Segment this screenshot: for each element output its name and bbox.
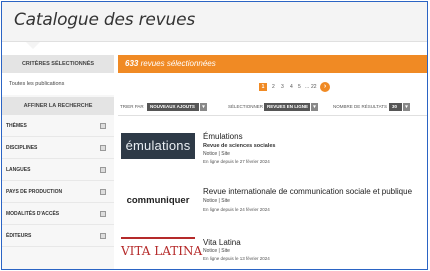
list-item-vita-latina: VITA LATINA Vita Latina Notice | Site En… <box>118 234 427 269</box>
chevron-down-icon[interactable]: ▾ <box>200 103 207 111</box>
refine-heading: AFFINER LA RECHERCHE <box>2 97 114 115</box>
revue-date: En ligne depuis le 27 février 2024 <box>203 159 270 164</box>
revue-logo[interactable]: VITA LATINA <box>121 237 202 263</box>
page-link[interactable]: 4 <box>290 82 293 92</box>
list-item-emulations: émulations Émulations Revue de sciences … <box>118 124 427 168</box>
results-toolbar: TRIER PAR NOUVEAUX AJOUTS ▾ SÉLECTIONNER… <box>118 102 427 116</box>
selection-select[interactable]: REVUES EN LIGNE ▾ <box>264 103 318 111</box>
page-link-last[interactable]: 22 <box>311 82 317 92</box>
sort-select[interactable]: NOUVEAUX AJOUTS ▾ <box>147 103 207 111</box>
expand-icon[interactable] <box>100 211 106 217</box>
chevron-right-icon[interactable]: › <box>320 82 330 92</box>
sort-label: TRIER PAR <box>120 104 144 109</box>
chevron-down-icon[interactable]: ▾ <box>311 103 318 111</box>
revue-subtitle: Revue de sciences sociales <box>203 143 276 149</box>
filter-langues[interactable]: LANGUES <box>2 159 114 181</box>
app-frame: Catalogue des revues CRITÈRES SÉLECTIONN… <box>1 1 428 270</box>
page-ellipsis: ... <box>305 84 310 90</box>
revue-links[interactable]: Notice | Site <box>203 198 230 204</box>
selection-value: REVUES EN LIGNE <box>267 104 309 109</box>
sort-value: NOUVEAUX AJOUTS <box>150 104 195 109</box>
page-link[interactable]: 2 <box>272 82 275 92</box>
expand-icon[interactable] <box>100 233 106 239</box>
results-banner: 633 revues sélectionnées <box>118 55 427 73</box>
revue-title[interactable]: Vita Latina <box>203 238 241 247</box>
expand-icon[interactable] <box>100 145 106 151</box>
filter-pays[interactable]: PAYS DE PRODUCTION <box>2 181 114 203</box>
filter-themes[interactable]: THÈMES <box>2 115 114 137</box>
filter-label: THÈMES <box>6 123 27 129</box>
expand-icon[interactable] <box>100 167 106 173</box>
revue-date: En ligne depuis le 13 février 2024 <box>203 256 270 261</box>
pagination: 1 2 3 4 5 ... 22 › <box>2 82 427 92</box>
revue-title[interactable]: Revue internationale de communication so… <box>203 187 412 196</box>
count-value: 30 <box>392 104 398 109</box>
revue-links[interactable]: Notice | Site <box>203 151 230 157</box>
revue-logo[interactable]: communiquer <box>121 190 195 212</box>
expand-icon[interactable] <box>100 189 106 195</box>
filter-editeurs[interactable]: ÉDITEURS <box>2 225 114 247</box>
revue-title[interactable]: Émulations <box>203 132 243 141</box>
count-label: NOMBRE DE RÉSULTATS <box>333 104 388 109</box>
criteria-heading: CRITÈRES SÉLECTIONNÉS <box>2 55 114 73</box>
selection-label: SÉLECTIONNER <box>228 104 264 109</box>
list-item-communiquer: communiquer Revue internationale de comm… <box>118 180 427 224</box>
filter-label: PAYS DE PRODUCTION <box>6 189 63 195</box>
page-current[interactable]: 1 <box>259 83 267 91</box>
filter-label: ÉDITEURS <box>6 233 32 239</box>
header-notch <box>26 42 40 49</box>
revue-logo[interactable]: émulations <box>121 133 195 159</box>
page-header: Catalogue des revues <box>2 2 427 42</box>
count-select[interactable]: 30 ▾ <box>389 103 410 111</box>
results-count: 633 <box>125 59 139 68</box>
chevron-down-icon[interactable]: ▾ <box>403 103 410 111</box>
revue-date: En ligne depuis le 24 février 2024 <box>203 207 270 212</box>
page-title: Catalogue des revues <box>14 10 196 30</box>
filter-label: DISCIPLINES <box>6 145 38 151</box>
page-link[interactable]: 3 <box>281 82 284 92</box>
page-link[interactable]: 5 <box>298 82 301 92</box>
filter-label: MODALITÉS D'ACCÈS <box>6 211 60 217</box>
filter-disciplines[interactable]: DISCIPLINES <box>2 137 114 159</box>
results-label: revues sélectionnées <box>138 59 216 68</box>
revue-links[interactable]: Notice | Site <box>203 248 230 254</box>
filter-label: LANGUES <box>6 167 31 173</box>
filter-modalites[interactable]: MODALITÉS D'ACCÈS <box>2 203 114 225</box>
expand-icon[interactable] <box>100 123 106 129</box>
